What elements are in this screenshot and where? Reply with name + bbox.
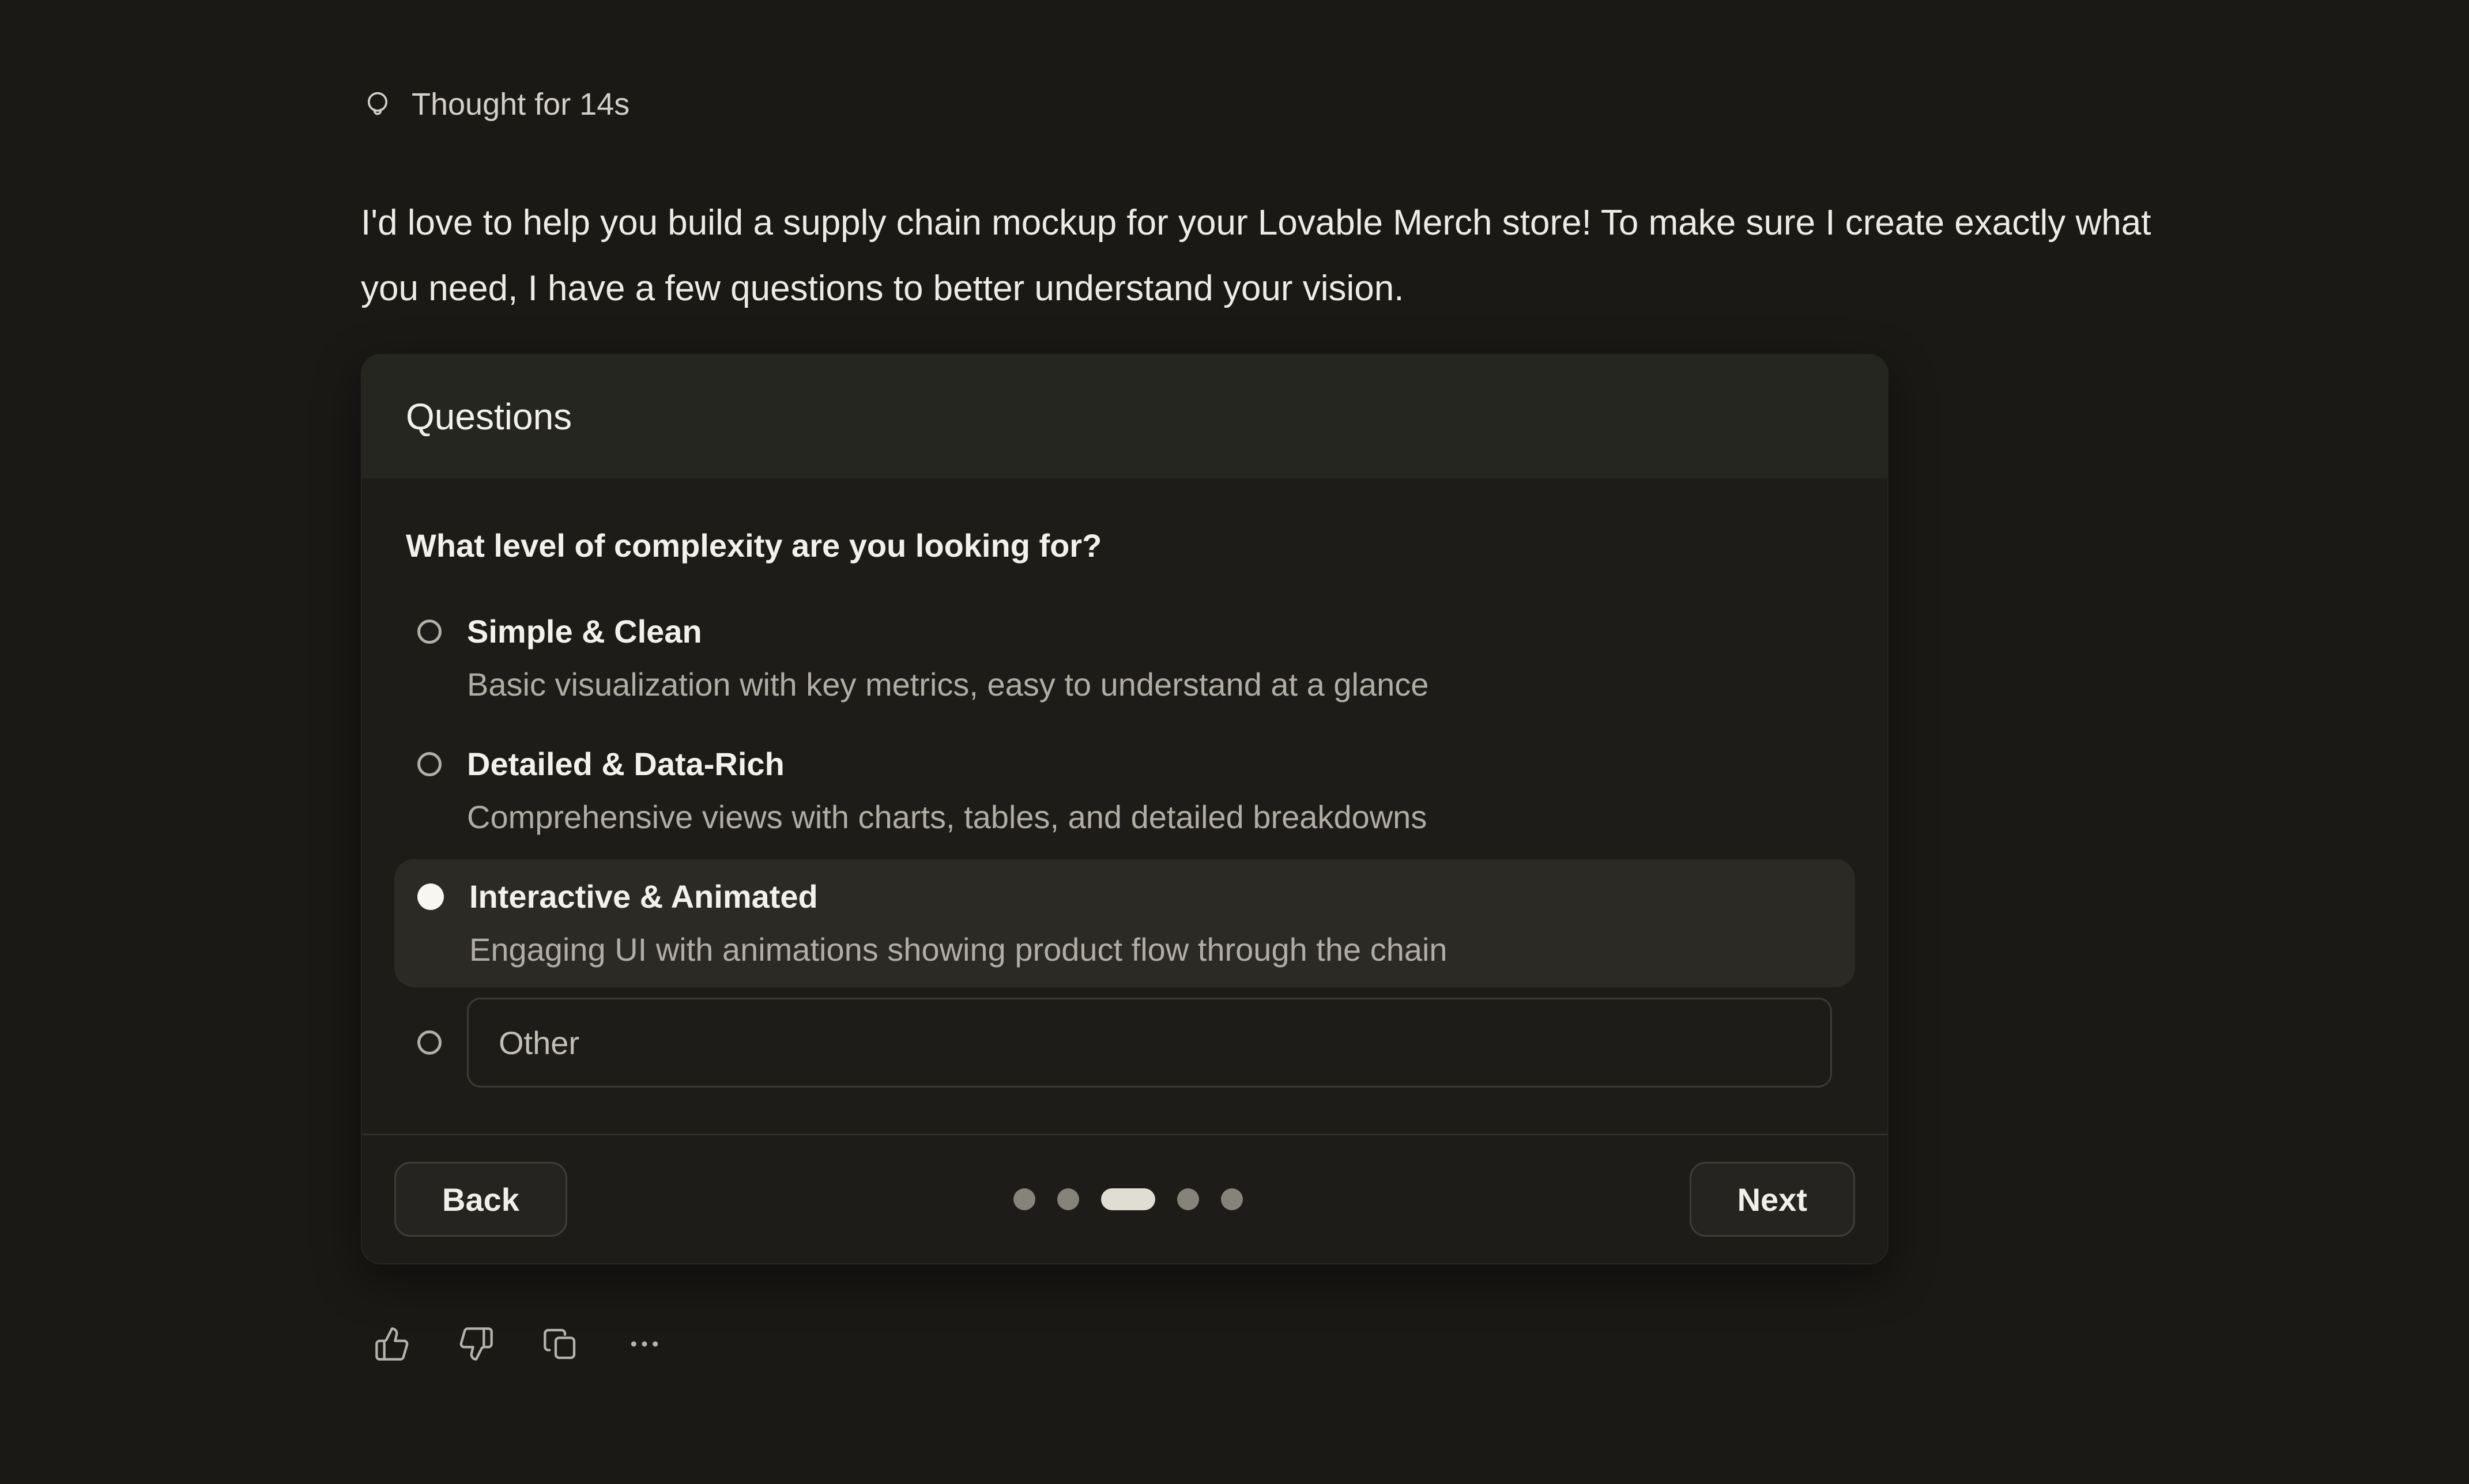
thumbs-up-icon <box>374 1326 410 1362</box>
radio-unselected-icon[interactable] <box>417 620 442 644</box>
thinking-label: Thought for 14s <box>412 86 629 122</box>
lightbulb-icon <box>361 88 394 121</box>
ellipsis-icon <box>626 1326 663 1362</box>
chat-page: Thought for 14s I'd love to help you bui… <box>0 0 2469 1484</box>
assistant-message: I'd love to help you build a supply chai… <box>361 190 2217 322</box>
option-description: Basic visualization with key metrics, ea… <box>467 667 1428 703</box>
thumbs-down-button[interactable] <box>458 1326 495 1362</box>
thinking-toggle[interactable]: Thought for 14s <box>361 86 2240 122</box>
option-simple-clean[interactable]: Simple & Clean Basic visualization with … <box>394 594 1855 722</box>
option-detailed-data-rich[interactable]: Detailed & Data-Rich Comprehensive views… <box>394 727 1855 855</box>
card-body: What level of complexity are you looking… <box>362 478 1887 1093</box>
option-other[interactable] <box>394 992 1855 1093</box>
question-text: What level of complexity are you looking… <box>394 527 1855 564</box>
option-interactive-animated[interactable]: Interactive & Animated Engaging UI with … <box>394 859 1855 987</box>
card-header: Questions <box>362 355 1887 478</box>
more-options-button[interactable] <box>626 1326 663 1362</box>
pagination-dots <box>1013 1188 1243 1210</box>
pagination-dot <box>1057 1188 1079 1210</box>
option-label: Simple & Clean <box>467 614 1428 650</box>
next-button[interactable]: Next <box>1690 1162 1855 1237</box>
copy-icon <box>542 1326 579 1362</box>
message-actions <box>361 1326 2240 1362</box>
pagination-dot <box>1221 1188 1243 1210</box>
thumbs-up-button[interactable] <box>374 1326 410 1362</box>
pagination-dot <box>1013 1188 1035 1210</box>
card-footer: Back Next <box>362 1135 1887 1263</box>
back-button[interactable]: Back <box>394 1162 567 1237</box>
copy-button[interactable] <box>542 1326 579 1362</box>
option-description: Engaging UI with animations showing prod… <box>469 932 1448 968</box>
thumbs-down-icon <box>458 1326 495 1362</box>
options-list: Simple & Clean Basic visualization with … <box>394 594 1855 1093</box>
option-label: Detailed & Data-Rich <box>467 746 1427 782</box>
pagination-dot-active <box>1101 1188 1155 1210</box>
card-title: Questions <box>406 395 572 438</box>
assistant-turn: Thought for 14s I'd love to help you bui… <box>361 86 2240 1362</box>
radio-unselected-icon[interactable] <box>417 1030 442 1055</box>
option-description: Comprehensive views with charts, tables,… <box>467 799 1427 835</box>
pagination-dot <box>1177 1188 1199 1210</box>
questions-card: Questions What level of complexity are y… <box>361 354 1888 1264</box>
option-label: Interactive & Animated <box>469 879 1448 915</box>
radio-selected-icon[interactable] <box>417 883 444 910</box>
radio-unselected-icon[interactable] <box>417 752 442 776</box>
other-input[interactable] <box>467 998 1832 1087</box>
